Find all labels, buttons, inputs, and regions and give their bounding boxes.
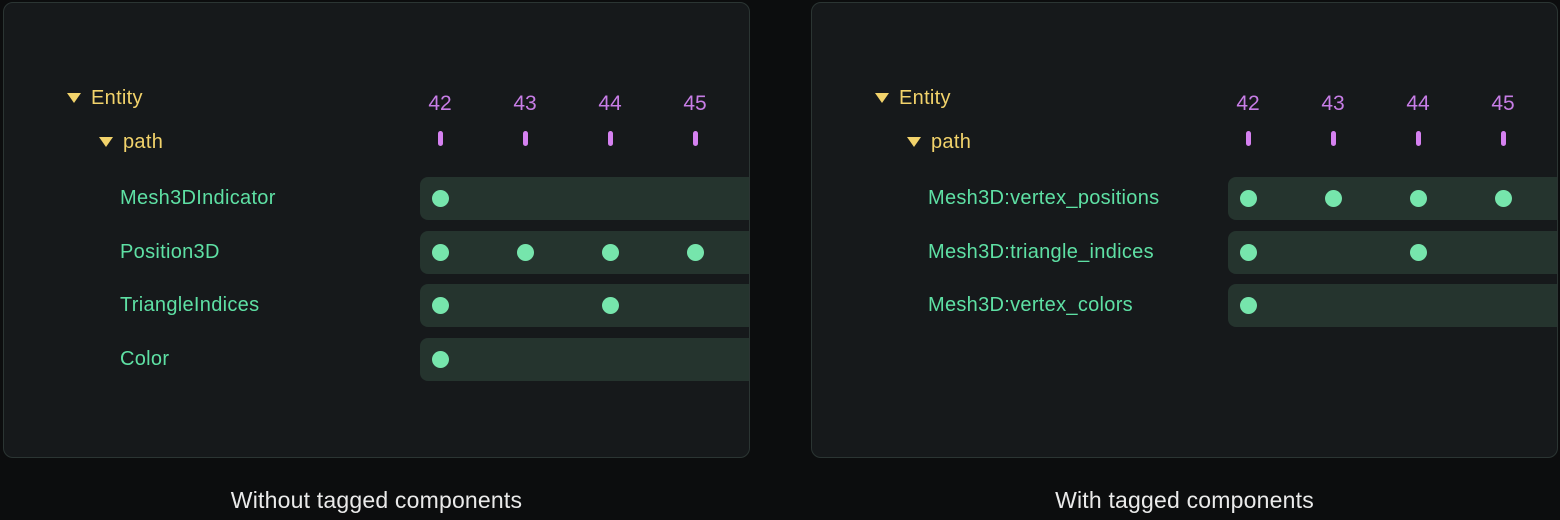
component-label[interactable]: Position3D <box>120 231 220 274</box>
caption-without-tagged: Without tagged components <box>3 486 750 516</box>
component-label[interactable]: Mesh3D:triangle_indices <box>928 231 1154 274</box>
component-timeline-bar[interactable] <box>1228 231 1557 274</box>
component-label[interactable]: Mesh3D:vertex_positions <box>928 177 1159 220</box>
event-dot-icon <box>1240 297 1257 314</box>
event-dot-icon <box>432 244 449 261</box>
component-timeline-bar[interactable] <box>1228 177 1557 220</box>
event-dot-icon <box>432 351 449 368</box>
component-rows: Mesh3DIndicator Position3D TriangleIndices… <box>4 3 749 457</box>
event-dot-icon <box>1495 190 1512 207</box>
event-dot-icon <box>602 297 619 314</box>
component-label[interactable]: TriangleIndices <box>120 284 259 327</box>
component-label[interactable]: Mesh3D:vertex_colors <box>928 284 1133 327</box>
event-dot-icon <box>602 244 619 261</box>
event-dot-icon <box>1410 190 1427 207</box>
figure-comparison: Entity path 42434445 Mesh3DIndicatorPosi… <box>0 0 1560 520</box>
caption-with-tagged: With tagged components <box>811 486 1558 516</box>
event-dot-icon <box>1325 190 1342 207</box>
event-dot-icon <box>687 244 704 261</box>
component-timeline-bar[interactable] <box>420 231 749 274</box>
event-dot-icon <box>432 297 449 314</box>
event-dot-icon <box>432 190 449 207</box>
event-dot-icon <box>517 244 534 261</box>
event-dot-icon <box>1410 244 1427 261</box>
component-label[interactable]: Color <box>120 338 169 381</box>
component-rows: Mesh3D:vertex_positions Mesh3D:triangle_i… <box>812 3 1557 457</box>
component-label[interactable]: Mesh3DIndicator <box>120 177 276 220</box>
component-timeline-bar[interactable] <box>420 338 749 381</box>
panel-without-tagged-components: Entity path 42434445 Mesh3DIndicatorPosi… <box>3 2 750 458</box>
panel-with-tagged-components: Entity path 42434445 Mesh3D:vertex_posit… <box>811 2 1558 458</box>
component-timeline-bar[interactable] <box>420 177 749 220</box>
component-timeline-bar[interactable] <box>1228 284 1557 327</box>
event-dot-icon <box>1240 244 1257 261</box>
event-dot-icon <box>1240 190 1257 207</box>
component-timeline-bar[interactable] <box>420 284 749 327</box>
